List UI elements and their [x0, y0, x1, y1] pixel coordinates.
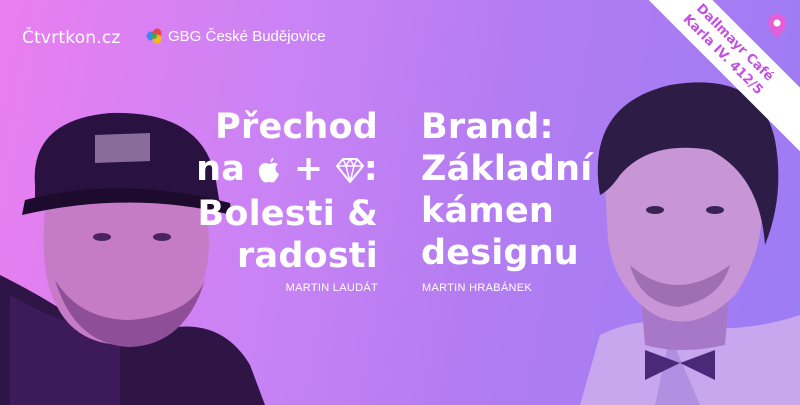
talk-left-line2-plus: + [293, 149, 324, 189]
talk-title-left: Přechod na + : Bolesti & radosti [196, 106, 378, 277]
sketch-diamond-icon [335, 151, 364, 193]
talk-left-line3: Bolesti & [197, 194, 378, 234]
talk-right-line1: Brand: [421, 107, 554, 147]
ctvrtkon-logo[interactable]: Čtvrtkon.cz [22, 28, 121, 48]
talk-left-line2-suffix: : [363, 149, 378, 189]
talk-title-right: Brand: Základní kámen designu [421, 106, 592, 274]
talk-left-line2-prefix: na [196, 149, 246, 189]
talk-right-line2: Základní [421, 149, 593, 189]
gbg-logo-icon [145, 27, 163, 45]
talk-left-line2: na + : [196, 148, 378, 193]
partner-label: GBG České Budějovice [168, 27, 326, 45]
location-pin-icon [766, 13, 788, 39]
partner-gbg[interactable]: GBG České Budějovice [145, 27, 326, 45]
talk-left-line1: Přechod [215, 107, 378, 147]
event-banner: Čtvrtkon.cz GBG České Budějovice Přechod… [0, 0, 800, 405]
talk-right-line4: designu [421, 233, 579, 273]
speaker-name-right: MARTIN HRABÁNEK [422, 282, 533, 294]
talk-left-line4: radosti [237, 236, 378, 276]
speaker-name-left: MARTIN LAUDÁT [285, 282, 378, 294]
talk-right-line3: kámen [421, 191, 555, 231]
apple-icon [257, 151, 281, 193]
